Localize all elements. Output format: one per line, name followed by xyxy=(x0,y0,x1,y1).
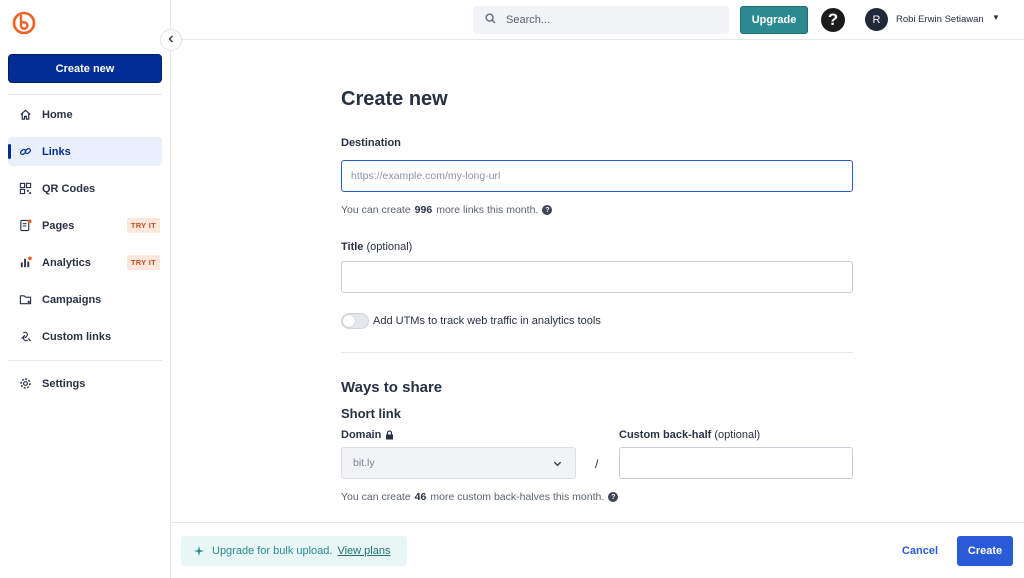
sidebar-item-label: QR Codes xyxy=(42,182,96,195)
analytics-icon xyxy=(18,256,32,270)
sidebar-item-label: Custom links xyxy=(42,330,112,343)
sidebar-item-home[interactable]: Home xyxy=(8,100,162,129)
custom-links-icon xyxy=(18,330,32,344)
sidebar: Create new Home Links QR Codes Pages TRY… xyxy=(0,0,171,578)
links-remaining-hint: You can create 996 more links this month… xyxy=(341,204,553,216)
links-remaining-count: 996 xyxy=(414,204,433,216)
domain-label: Domain xyxy=(341,429,394,441)
user-name[interactable]: Robi Erwin Setiawan xyxy=(896,14,984,25)
campaigns-icon xyxy=(18,293,32,307)
backhalf-remaining-hint: You can create 46 more custom back-halve… xyxy=(341,491,619,503)
chevron-left-icon xyxy=(167,34,175,46)
search-box[interactable] xyxy=(473,6,729,34)
try-it-badge: TRY IT xyxy=(126,218,160,233)
title-label-text: Title xyxy=(341,241,364,253)
sidebar-item-label: Links xyxy=(42,145,71,158)
sidebar-item-label: Settings xyxy=(42,377,86,390)
backhalf-label-text: Custom back-half xyxy=(619,429,712,441)
bulk-upload-promo: Upgrade for bulk upload. View plans xyxy=(181,536,407,566)
sidebar-divider xyxy=(8,360,162,361)
optional-text: (optional) xyxy=(714,429,761,441)
avatar[interactable]: R xyxy=(865,8,888,31)
upgrade-button[interactable]: Upgrade xyxy=(740,6,808,34)
help-icon[interactable]: ? xyxy=(821,8,845,32)
cancel-button[interactable]: Cancel xyxy=(902,540,938,562)
sidebar-item-label: Campaigns xyxy=(42,293,102,306)
utm-toggle-label: Add UTMs to track web traffic in analyti… xyxy=(373,315,601,327)
home-icon xyxy=(18,108,32,122)
collapse-sidebar-button[interactable] xyxy=(160,29,182,51)
sidebar-item-analytics[interactable]: Analytics TRY IT xyxy=(8,248,162,277)
try-it-badge: TRY IT xyxy=(126,255,160,270)
sidebar-item-campaigns[interactable]: Campaigns xyxy=(8,285,162,314)
search-icon xyxy=(485,13,496,27)
link-icon xyxy=(18,145,32,159)
caret-down-icon[interactable]: ▼ xyxy=(992,13,1000,22)
ways-to-share-heading: Ways to share xyxy=(341,379,443,396)
utm-toggle[interactable] xyxy=(341,313,369,329)
sidebar-item-qr-codes[interactable]: QR Codes xyxy=(8,174,162,203)
top-bar: Upgrade ? R Robi Erwin Setiawan ▼ xyxy=(171,0,1024,40)
form-footer: Upgrade for bulk upload. View plans Canc… xyxy=(171,522,1024,578)
destination-label: Destination xyxy=(341,137,401,149)
section-divider xyxy=(341,352,853,353)
sidebar-divider xyxy=(8,94,162,95)
help-circle-icon[interactable]: ? xyxy=(608,492,619,502)
sidebar-item-label: Home xyxy=(42,108,73,121)
view-plans-link[interactable]: View plans xyxy=(337,545,390,557)
domain-select[interactable]: bit.ly xyxy=(341,447,576,479)
hint-text: more custom back-halves this month. xyxy=(430,491,605,503)
bitly-logo-icon[interactable] xyxy=(12,11,36,35)
search-input[interactable] xyxy=(506,14,706,26)
domain-label-text: Domain xyxy=(341,429,382,441)
hint-text: You can create xyxy=(341,204,411,216)
create-link-form: Create new Destination You can create 99… xyxy=(171,41,1024,522)
title-input[interactable] xyxy=(341,261,853,293)
sidebar-item-settings[interactable]: Settings xyxy=(8,369,162,398)
page-title: Create new xyxy=(341,88,448,110)
sidebar-item-custom-links[interactable]: Custom links xyxy=(8,322,162,351)
sidebar-item-links[interactable]: Links xyxy=(8,137,162,166)
sidebar-item-pages[interactable]: Pages TRY IT xyxy=(8,211,162,240)
lock-icon xyxy=(385,430,394,440)
destination-input[interactable] xyxy=(341,160,853,192)
title-label: Title (optional) xyxy=(341,241,412,253)
sidebar-item-label: Pages xyxy=(42,219,75,232)
chevron-down-icon xyxy=(552,458,563,472)
help-circle-icon[interactable]: ? xyxy=(542,205,553,215)
backhalf-remaining-count: 46 xyxy=(414,491,427,503)
qr-code-icon xyxy=(18,182,32,196)
backhalf-label: Custom back-half (optional) xyxy=(619,429,760,441)
pages-icon xyxy=(18,219,32,233)
optional-text: (optional) xyxy=(366,241,413,253)
promo-text: Upgrade for bulk upload. xyxy=(212,545,333,557)
sparkle-icon xyxy=(193,545,205,557)
sidebar-item-label: Analytics xyxy=(42,256,91,269)
domain-value: bit.ly xyxy=(353,457,375,469)
create-button[interactable]: Create xyxy=(957,536,1013,566)
hint-text: You can create xyxy=(341,491,411,503)
create-new-button[interactable]: Create new xyxy=(8,54,162,83)
hint-text: more links this month. xyxy=(436,204,539,216)
short-link-heading: Short link xyxy=(341,406,401,421)
path-separator: / xyxy=(595,457,599,471)
backhalf-input[interactable] xyxy=(619,447,853,479)
settings-icon xyxy=(18,377,32,391)
